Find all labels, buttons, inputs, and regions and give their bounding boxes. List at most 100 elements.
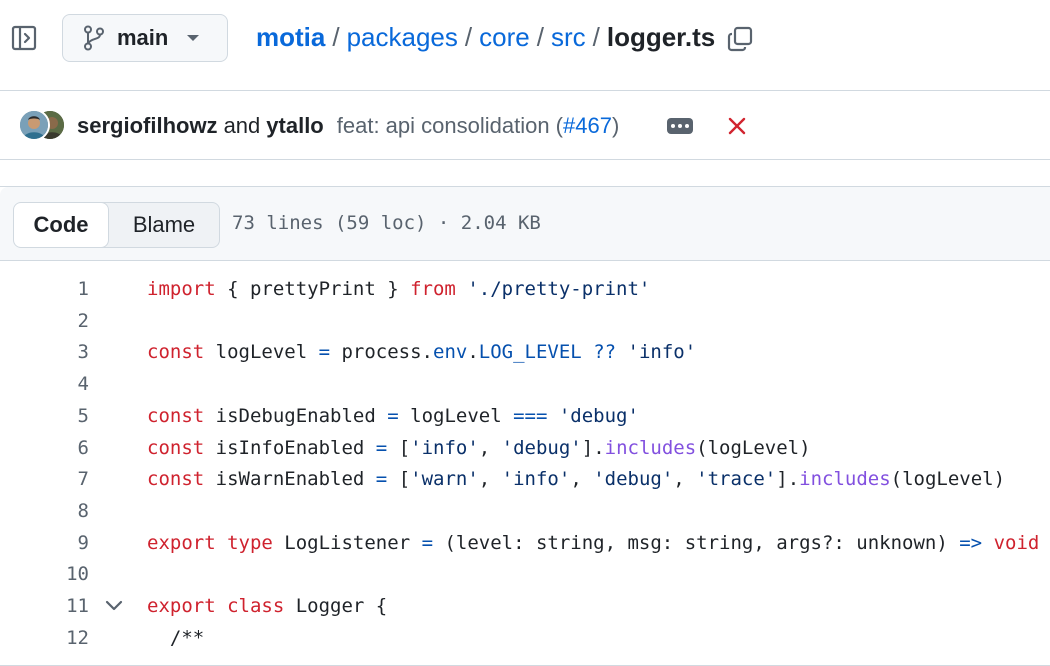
code-token: /** xyxy=(147,626,205,649)
code-text: const isDebugEnabled = logLevel === 'deb… xyxy=(147,400,639,432)
code-line[interactable]: 8 xyxy=(0,495,1050,527)
breadcrumb-core-link[interactable]: core xyxy=(479,22,530,53)
breadcrumb-separator: / xyxy=(464,22,473,52)
code-token: includes xyxy=(604,436,697,459)
code-token: const xyxy=(147,341,205,364)
code-token: , xyxy=(478,468,502,491)
x-icon xyxy=(728,117,746,135)
code-token: . xyxy=(467,341,479,364)
code-token: Logger { xyxy=(284,595,388,617)
breadcrumb-src-link[interactable]: src xyxy=(551,22,586,53)
code-token: (logLevel) xyxy=(890,468,1006,491)
code-line[interactable]: 3 const logLevel = process.env.LOG_LEVEL … xyxy=(0,336,1050,368)
commit-message-prefix[interactable]: feat: api consolidation ( xyxy=(337,113,563,138)
tab-blame[interactable]: Blame xyxy=(109,203,219,247)
commit-pr-link[interactable]: #467 xyxy=(563,113,612,138)
view-mode-toggle: Code Blame xyxy=(13,202,220,248)
breadcrumb-file-name: logger.ts xyxy=(606,22,716,52)
line-number[interactable]: 7 xyxy=(40,463,89,495)
code-text: export class Logger { xyxy=(147,590,387,622)
code-token: LogListener xyxy=(272,531,422,554)
code-token: ?? xyxy=(593,341,617,364)
code-token: [ xyxy=(387,468,411,491)
code-token: = xyxy=(387,404,399,427)
breadcrumb-packages-link[interactable]: packages xyxy=(347,22,458,53)
commit-author-link[interactable]: ytallo xyxy=(266,113,323,139)
code-token: 'debug' xyxy=(501,436,582,459)
sidebar-expand-button[interactable] xyxy=(10,24,38,52)
code-line[interactable]: 2 xyxy=(0,305,1050,337)
code-text: import { prettyPrint } from './pretty-pr… xyxy=(147,273,650,305)
commit-avatars[interactable] xyxy=(18,109,68,143)
code-token: === xyxy=(513,404,548,427)
code-line[interactable]: 7 const isWarnEnabled = ['warn', 'info', … xyxy=(0,463,1050,495)
code-token: 'debug' xyxy=(593,468,674,491)
code-token: 'debug' xyxy=(558,404,639,427)
code-text: /** xyxy=(147,622,204,654)
code-token: 'info' xyxy=(410,436,479,459)
line-number[interactable]: 1 xyxy=(40,273,89,305)
kebab-horizontal-icon[interactable] xyxy=(667,118,693,134)
code-token: { prettyPrint } xyxy=(215,278,411,300)
code-token: isWarnEnabled xyxy=(204,468,376,491)
line-number[interactable]: 3 xyxy=(40,336,89,368)
breadcrumb-repo-link[interactable]: motia xyxy=(256,22,325,53)
commit-author-link[interactable]: sergiofilhowz xyxy=(77,113,218,139)
code-line[interactable]: 6 const isInfoEnabled = ['info', 'debug']… xyxy=(0,432,1050,464)
line-number[interactable]: 9 xyxy=(40,527,89,559)
code-token: from xyxy=(410,278,456,300)
code-token: (logLevel) xyxy=(696,436,811,459)
line-number[interactable]: 12 xyxy=(40,622,89,654)
code-text: const isWarnEnabled = ['warn', 'info', '… xyxy=(147,463,1005,495)
commit-message-suffix[interactable]: ) xyxy=(612,113,619,138)
avatar-image xyxy=(20,111,48,139)
avatar[interactable] xyxy=(18,109,50,141)
commit-and-text: and xyxy=(223,113,261,138)
code-token: = xyxy=(375,436,388,459)
code-line[interactable]: 10 xyxy=(0,558,1050,590)
code-token: LOG_LEVEL xyxy=(478,341,582,364)
code-line[interactable]: 12 /** xyxy=(0,622,1050,654)
code-token: export xyxy=(147,531,216,554)
code-token: isDebugEnabled xyxy=(204,404,388,427)
branch-selector[interactable]: main xyxy=(62,14,228,62)
code-line[interactable]: 4 xyxy=(0,368,1050,400)
line-number[interactable]: 11 xyxy=(40,590,89,622)
code-token: 'info' xyxy=(627,341,697,364)
commit-status-button[interactable] xyxy=(726,115,748,137)
code-line[interactable]: 9 export type LogListener = (level: strin… xyxy=(0,527,1050,559)
code-token: , xyxy=(673,468,697,491)
copy-path-button[interactable] xyxy=(726,25,754,53)
chevron-down-icon[interactable] xyxy=(104,590,124,622)
code-line[interactable]: 5 const isDebugEnabled = logLevel === 'de… xyxy=(0,400,1050,432)
line-number[interactable]: 2 xyxy=(40,305,89,337)
line-number[interactable]: 8 xyxy=(40,495,89,527)
commit-message[interactable]: feat: api consolidation (#467) xyxy=(337,113,620,139)
sidebar-expand-icon xyxy=(11,25,37,51)
code-token: logLevel xyxy=(204,341,319,364)
line-number[interactable]: 6 xyxy=(40,432,89,464)
line-number[interactable]: 4 xyxy=(40,368,89,400)
line-number[interactable]: 10 xyxy=(40,558,89,590)
tab-code[interactable]: Code xyxy=(14,203,109,247)
git-branch-icon xyxy=(84,25,104,51)
triangle-down-icon xyxy=(187,35,200,41)
code-token: env xyxy=(433,341,468,364)
code-line[interactable]: 11 export class Logger { xyxy=(0,590,1050,622)
line-number[interactable]: 5 xyxy=(40,400,89,432)
code-token: 'warn' xyxy=(410,468,479,491)
code-token: process. xyxy=(330,341,433,364)
code-text: export type LogListener = (level: string… xyxy=(147,527,1039,559)
code-token: isInfoEnabled xyxy=(204,436,376,459)
breadcrumb-separator: / xyxy=(592,22,600,52)
code-token: = xyxy=(375,468,388,491)
code-token: void xyxy=(993,531,1040,554)
code-token: class xyxy=(227,595,285,617)
code-token: ]. xyxy=(776,468,800,491)
code-token: [ xyxy=(387,436,411,459)
code-line[interactable]: 1 import { prettyPrint } from './pretty-p… xyxy=(0,273,1050,305)
